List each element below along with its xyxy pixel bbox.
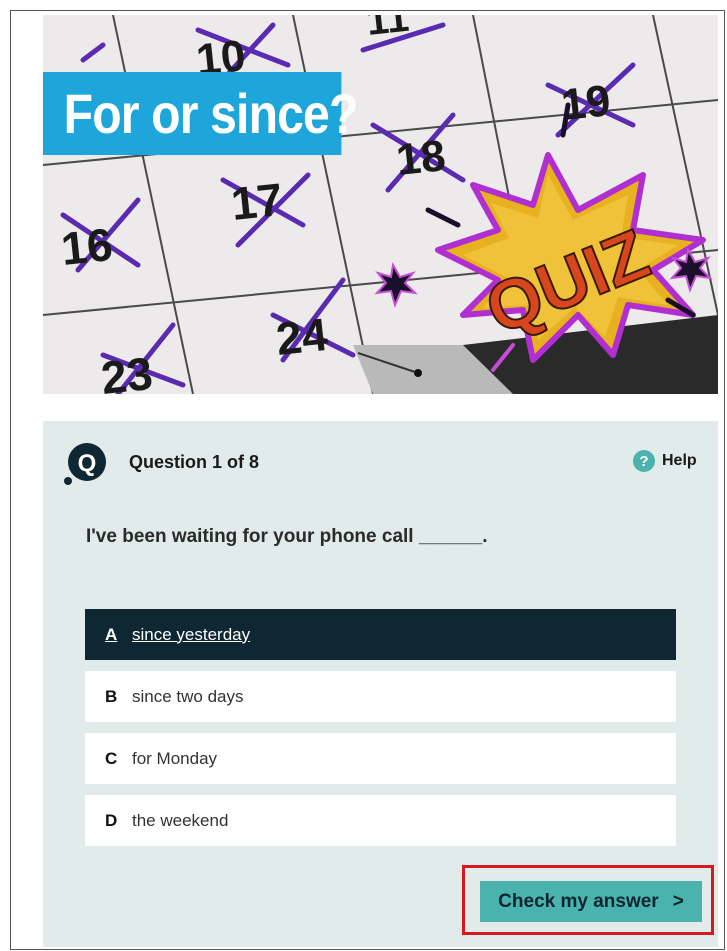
option-letter: D [105, 810, 118, 830]
svg-text:Q: Q [78, 450, 97, 477]
calendar-number-16: 16 [59, 218, 115, 275]
help-link[interactable]: ? Help [633, 450, 697, 472]
question-progress: Question 1 of 8 [129, 452, 260, 472]
option-letter: A [105, 624, 118, 644]
answer-option-b[interactable]: B since two days [85, 671, 676, 722]
hero-title: For or since? [43, 72, 358, 155]
option-letter: C [105, 748, 118, 768]
calendar-number-24: 24 [274, 308, 331, 365]
answer-option-d[interactable]: D the weekend [85, 795, 676, 846]
option-text: since yesterday [132, 624, 251, 644]
answer-option-c[interactable]: C for Monday [85, 733, 676, 784]
calendar-number-23: 23 [99, 347, 155, 394]
answer-option-a[interactable]: A since yesterday [85, 609, 676, 660]
option-text: the weekend [132, 810, 229, 830]
calendar-number-11: 11 [364, 15, 411, 44]
chevron-right-icon: > [672, 890, 684, 912]
question-text: I've been waiting for your phone call __… [86, 526, 488, 547]
q-logo-icon: Q [64, 443, 106, 485]
option-text: for Monday [132, 748, 218, 768]
check-answer-label: Check my answer [498, 890, 659, 912]
calendar-number-18: 18 [394, 131, 448, 185]
option-letter: B [105, 686, 118, 706]
hero-image: 10 11 19 18 17 16 24 23 QUIZ For or sinc… [43, 15, 718, 394]
help-icon: ? [633, 450, 655, 472]
calendar-number-17: 17 [229, 173, 285, 230]
help-label: Help [662, 452, 697, 469]
option-text: since two days [132, 686, 244, 706]
check-answer-button[interactable]: Check my answer > [480, 881, 702, 922]
